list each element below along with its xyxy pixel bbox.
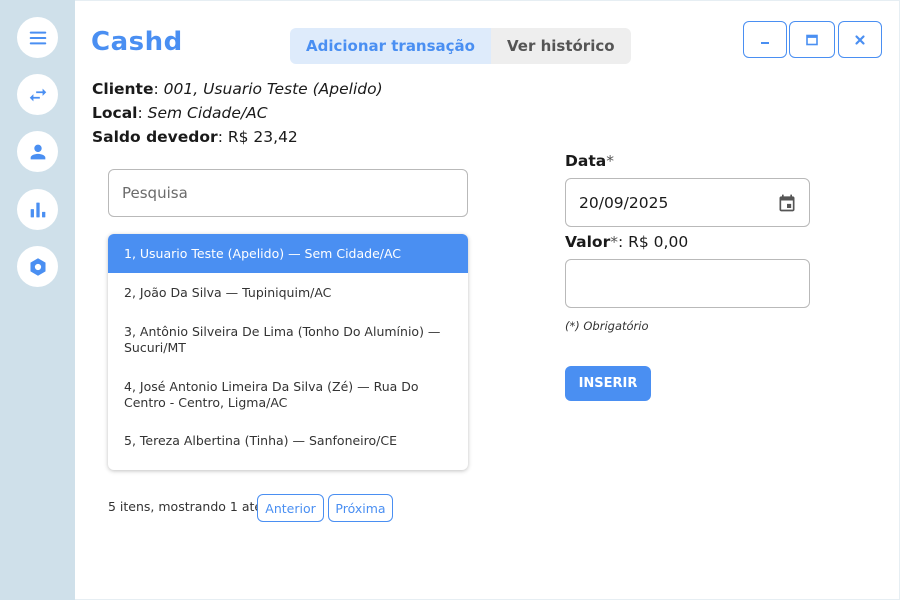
hexagon-settings-icon xyxy=(29,257,46,276)
menu-icon xyxy=(29,31,46,44)
required-marker: * xyxy=(610,233,618,251)
client-list: 1, Usuario Teste (Apelido) — Sem Cidade/… xyxy=(108,234,468,470)
minimize-icon xyxy=(761,41,769,44)
date-field[interactable]: 20/09/2025 xyxy=(565,178,810,227)
cliente-label: Cliente xyxy=(92,80,154,98)
pagination-status: 5 itens, mostrando 1 até 5 xyxy=(108,499,274,514)
value-display: R$ 0,00 xyxy=(628,233,689,251)
date-label-text: Data xyxy=(565,152,607,170)
client-list-item[interactable]: 2, João Da Silva — Tupiniquim/AC xyxy=(108,273,468,312)
required-marker: * xyxy=(606,152,614,170)
client-list-item[interactable]: 1, Usuario Teste (Apelido) — Sem Cidade/… xyxy=(108,234,468,273)
close-icon xyxy=(855,34,865,45)
maximize-button[interactable] xyxy=(789,21,835,58)
required-note: (*) Obrigatório xyxy=(565,319,649,333)
value-label-text: Valor xyxy=(565,233,611,251)
swap-arrows-icon xyxy=(29,88,46,101)
sidebar-menu-button[interactable] xyxy=(17,17,58,58)
sidebar-settings-button[interactable] xyxy=(17,246,58,287)
local-label: Local xyxy=(92,104,138,122)
calendar-icon[interactable] xyxy=(777,193,797,213)
person-icon xyxy=(30,144,45,159)
sidebar xyxy=(0,0,75,600)
client-info-saldo: Saldo devedor: R$ 23,42 xyxy=(92,128,298,146)
search-input[interactable] xyxy=(108,169,468,217)
cliente-value: 001, Usuario Teste (Apelido) xyxy=(163,80,383,98)
date-value: 20/09/2025 xyxy=(579,194,669,212)
saldo-label: Saldo devedor xyxy=(92,128,218,146)
value-input[interactable] xyxy=(565,259,810,308)
client-list-item[interactable]: 4, José Antonio Limeira Da Silva (Zé) — … xyxy=(108,368,468,422)
sidebar-transactions-button[interactable] xyxy=(17,74,58,115)
tab-bar: Adicionar transação Ver histórico xyxy=(290,28,631,64)
client-list-item[interactable]: 5, Tereza Albertina (Tinha) — Sanfoneiro… xyxy=(108,422,468,460)
maximize-icon xyxy=(806,34,818,45)
insert-button[interactable]: INSERIR xyxy=(565,366,651,401)
tab-add-transaction[interactable]: Adicionar transação xyxy=(290,28,491,64)
minimize-button[interactable] xyxy=(743,21,787,58)
date-label: Data* xyxy=(565,152,614,170)
client-info-local: Local: Sem Cidade/AC xyxy=(92,104,268,122)
client-list-item[interactable]: 3, Antônio Silveira De Lima (Tonho Do Al… xyxy=(108,312,468,368)
previous-page-button[interactable]: Anterior xyxy=(257,494,324,522)
app-title: Cashd xyxy=(91,27,183,57)
client-info-cliente: Cliente: 001, Usuario Teste (Apelido) xyxy=(92,80,383,98)
saldo-value: R$ 23,42 xyxy=(227,128,298,146)
sidebar-clients-button[interactable] xyxy=(17,131,58,172)
bar-chart-icon xyxy=(30,202,45,217)
close-button[interactable] xyxy=(838,21,882,58)
tab-history[interactable]: Ver histórico xyxy=(490,28,631,64)
local-value: Sem Cidade/AC xyxy=(147,104,268,122)
next-page-button[interactable]: Próxima xyxy=(328,494,393,522)
sidebar-reports-button[interactable] xyxy=(17,189,58,230)
value-label: Valor*: R$ 0,00 xyxy=(565,233,689,251)
